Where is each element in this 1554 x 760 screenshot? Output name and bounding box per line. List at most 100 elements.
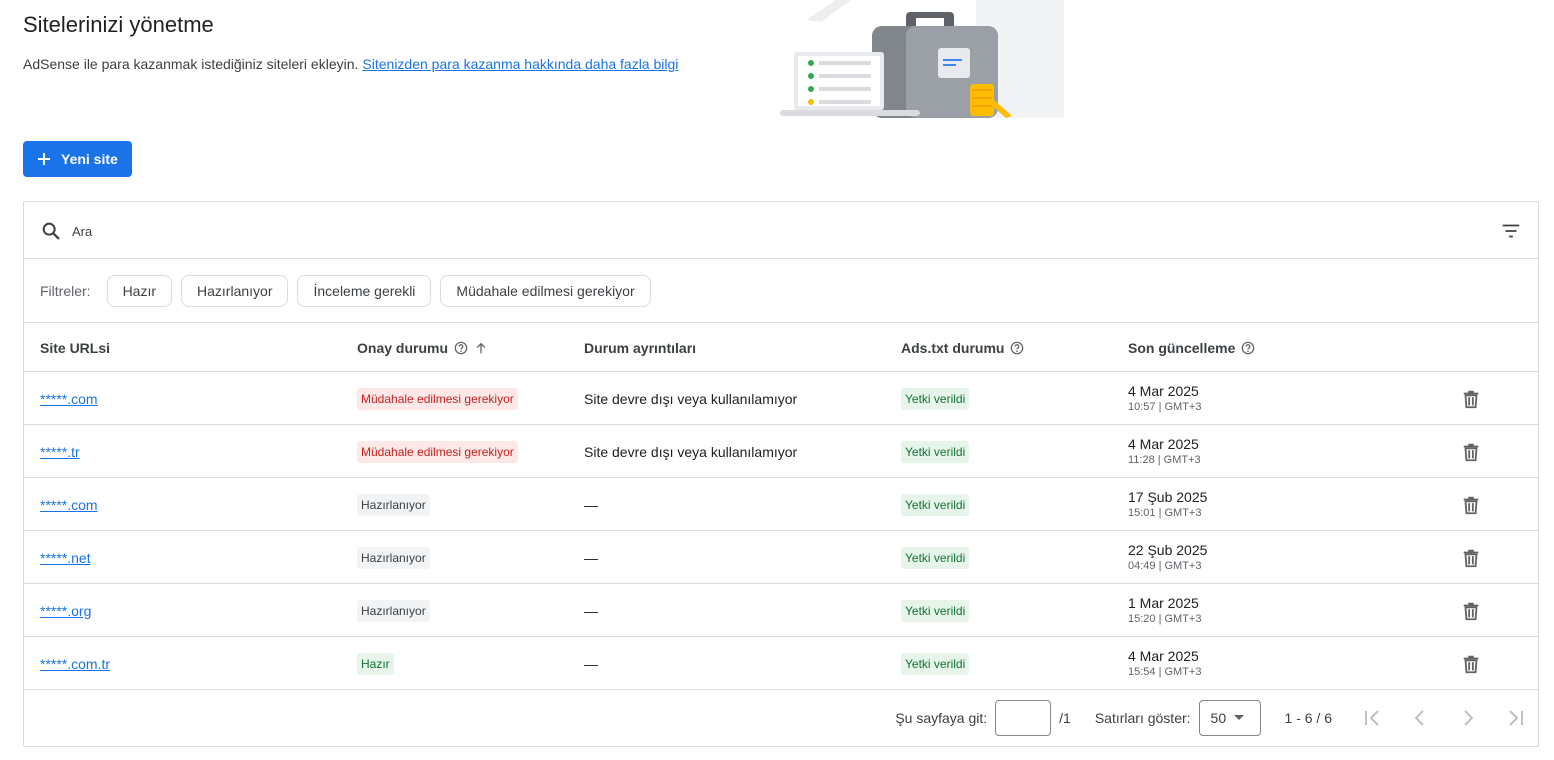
ads-txt-badge: Yetki verildi bbox=[901, 440, 970, 463]
last-updated-date: 17 Şub 2025 bbox=[1128, 488, 1208, 505]
page-total: /1 bbox=[1059, 709, 1071, 726]
status-details-cell: — bbox=[584, 496, 598, 513]
ads-txt-cell: Yetki verildi bbox=[901, 372, 970, 425]
ads-txt-badge: Yetki verildi bbox=[901, 546, 970, 569]
delete-cell bbox=[1460, 637, 1482, 690]
ads-txt-cell: Yetki verildi bbox=[901, 531, 970, 584]
help-icon[interactable] bbox=[1241, 341, 1255, 355]
approval-status-badge: Müdahale edilmesi gerekiyor bbox=[357, 387, 518, 410]
site-url-link[interactable]: *****.tr bbox=[40, 444, 80, 460]
column-header-label: Ads.txt durumu bbox=[901, 339, 1005, 356]
search-input[interactable] bbox=[72, 220, 472, 242]
trash-icon[interactable] bbox=[1460, 441, 1482, 463]
filter-list-icon[interactable] bbox=[1500, 220, 1522, 242]
help-icon[interactable] bbox=[1010, 341, 1024, 355]
help-icon[interactable] bbox=[454, 341, 468, 355]
last-updated-time: 15:20 | GMT+3 bbox=[1128, 612, 1202, 625]
trash-icon[interactable] bbox=[1460, 600, 1482, 622]
previous-page-icon[interactable] bbox=[1408, 706, 1432, 730]
pagination: Şu sayfaya git: /1 Satırları göster: 50 … bbox=[24, 689, 1538, 746]
last-page-icon[interactable] bbox=[1504, 706, 1528, 730]
table-row: *****.com Müdahale edilmesi gerekiyor Site… bbox=[24, 372, 1538, 425]
first-page-icon[interactable] bbox=[1360, 706, 1384, 730]
approval-status-cell: Hazırlanıyor bbox=[357, 478, 430, 531]
approval-status-badge: Hazırlanıyor bbox=[357, 546, 430, 569]
filter-chip-mudahale[interactable]: Müdahale edilmesi gerekiyor bbox=[440, 274, 651, 307]
next-page-icon[interactable] bbox=[1456, 706, 1480, 730]
ads-txt-cell: Yetki verildi bbox=[901, 425, 970, 478]
delete-cell bbox=[1460, 531, 1482, 584]
status-details-cell: — bbox=[584, 655, 598, 672]
filter-chip-hazirlaniyor[interactable]: Hazırlanıyor bbox=[181, 274, 289, 307]
site-url-link[interactable]: *****.com.tr bbox=[40, 656, 110, 672]
last-updated-time: 04:49 | GMT+3 bbox=[1128, 559, 1202, 572]
ads-txt-badge: Yetki verildi bbox=[901, 387, 970, 410]
trash-icon[interactable] bbox=[1460, 494, 1482, 516]
table-row: *****.com Hazırlanıyor — Yetki verildi 17 Şu… bbox=[24, 478, 1538, 531]
site-url-cell: *****.tr bbox=[40, 425, 80, 478]
approval-status-cell: Müdahale edilmesi gerekiyor bbox=[357, 372, 518, 425]
table-row: *****.com.tr Hazır — Yetki verildi 4 Mar 202… bbox=[24, 637, 1538, 690]
sites-table: Site URLsi Onay durumu Durum ayrıntıları… bbox=[24, 323, 1538, 690]
goto-page-input[interactable] bbox=[995, 699, 1052, 736]
table-row: *****.tr Müdahale edilmesi gerekiyor Site … bbox=[24, 425, 1538, 478]
column-header-label: Son güncelleme bbox=[1128, 339, 1236, 356]
status-details-cell: Site devre dışı veya kullanılamıyor bbox=[584, 443, 798, 460]
trash-icon[interactable] bbox=[1460, 547, 1482, 569]
last-updated-date: 22 Şub 2025 bbox=[1128, 541, 1208, 558]
column-header-ads-txt: Ads.txt durumu bbox=[901, 323, 1024, 372]
rows-per-page-select[interactable]: 50 bbox=[1198, 699, 1261, 736]
column-header-label: Site URLsi bbox=[40, 339, 111, 356]
status-details-cell: — bbox=[584, 549, 598, 566]
approval-status-cell: Hazır bbox=[357, 637, 394, 690]
site-url-link[interactable]: *****.com bbox=[40, 391, 98, 407]
filter-chip-inceleme-gerekli[interactable]: İnceleme gerekli bbox=[297, 274, 432, 307]
approval-status-cell: Müdahale edilmesi gerekiyor bbox=[357, 425, 518, 478]
sites-table-card: Filtreler: Hazır Hazırlanıyor İnceleme g… bbox=[23, 201, 1539, 747]
table-row: *****.net Hazırlanıyor — Yetki verildi 22 Şu… bbox=[24, 531, 1538, 584]
page-title: Sitelerinizi yönetme bbox=[23, 12, 214, 37]
approval-status-badge: Hazırlanıyor bbox=[357, 493, 430, 516]
trash-icon[interactable] bbox=[1460, 653, 1482, 675]
column-header-approval-status[interactable]: Onay durumu bbox=[357, 323, 488, 372]
last-updated-time: 11:28 | GMT+3 bbox=[1128, 453, 1201, 466]
status-details-cell: Site devre dışı veya kullanılamıyor bbox=[584, 390, 798, 407]
trash-icon[interactable] bbox=[1460, 388, 1482, 410]
rows-per-page-value: 50 bbox=[1210, 709, 1227, 726]
delete-cell bbox=[1460, 478, 1482, 531]
column-header-site-url[interactable]: Site URLsi bbox=[40, 323, 110, 372]
ads-txt-cell: Yetki verildi bbox=[901, 637, 970, 690]
filter-chip-hazir[interactable]: Hazır bbox=[106, 274, 173, 307]
approval-status-badge: Hazır bbox=[357, 652, 394, 675]
sort-ascending-icon[interactable] bbox=[474, 341, 488, 355]
filters-label: Filtreler: bbox=[40, 282, 91, 299]
page-description-text: AdSense ile para kazanmak istediğiniz si… bbox=[23, 56, 359, 72]
approval-status-cell: Hazırlanıyor bbox=[357, 584, 430, 637]
ads-txt-badge: Yetki verildi bbox=[901, 493, 970, 516]
site-url-cell: *****.com bbox=[40, 372, 98, 425]
last-updated-cell: 17 Şub 2025 15:01 | GMT+3 bbox=[1128, 478, 1207, 531]
pagination-range: 1 - 6 / 6 bbox=[1284, 709, 1332, 726]
ads-txt-cell: Yetki verildi bbox=[901, 478, 970, 531]
last-updated-cell: 4 Mar 2025 10:57 | GMT+3 bbox=[1128, 372, 1201, 425]
ads-txt-cell: Yetki verildi bbox=[901, 584, 970, 637]
site-url-cell: *****.org bbox=[40, 584, 91, 637]
status-details-cell: — bbox=[584, 602, 598, 619]
delete-cell bbox=[1460, 425, 1482, 478]
last-updated-cell: 1 Mar 2025 15:20 | GMT+3 bbox=[1128, 584, 1201, 637]
goto-page-label: Şu sayfaya git: bbox=[895, 709, 988, 726]
last-updated-cell: 22 Şub 2025 04:49 | GMT+3 bbox=[1128, 531, 1207, 584]
approval-status-badge: Müdahale edilmesi gerekiyor bbox=[357, 440, 518, 463]
site-url-link[interactable]: *****.net bbox=[40, 550, 91, 566]
column-header-label: Onay durumu bbox=[357, 339, 449, 356]
site-url-cell: *****.net bbox=[40, 531, 91, 584]
site-url-link[interactable]: *****.org bbox=[40, 603, 91, 619]
column-header-label: Durum ayrıntıları bbox=[584, 339, 697, 356]
new-site-button[interactable]: Yeni site bbox=[23, 141, 132, 177]
site-url-link[interactable]: *****.com bbox=[40, 497, 98, 513]
caret-down-icon bbox=[1234, 715, 1245, 720]
hero-illustration bbox=[780, 0, 1064, 118]
learn-more-link[interactable]: Sitenizden para kazanma hakkında daha fa… bbox=[362, 56, 678, 72]
approval-status-cell: Hazırlanıyor bbox=[357, 531, 430, 584]
last-updated-cell: 4 Mar 2025 11:28 | GMT+3 bbox=[1128, 425, 1201, 478]
